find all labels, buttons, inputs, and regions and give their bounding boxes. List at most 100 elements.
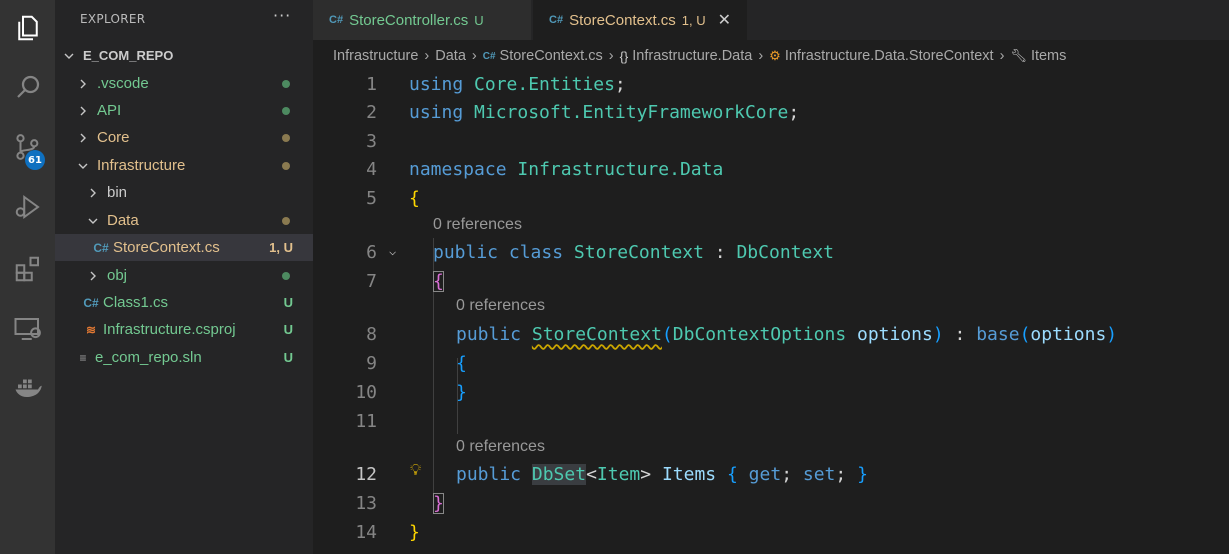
class-icon: ⚙ <box>769 48 781 63</box>
breadcrumb-item[interactable]: Items <box>1031 48 1066 64</box>
line-number: 13 <box>355 492 377 514</box>
paren: ) <box>932 323 944 345</box>
line-number: 6 <box>366 241 377 263</box>
tree-item-sln[interactable]: ≡ e_com_repo.sln U <box>55 344 313 371</box>
codelens-references[interactable]: 0 references <box>433 216 522 234</box>
line-number: 11 <box>355 410 377 432</box>
chevron-right-icon <box>77 79 89 89</box>
namespace: Core.Entities <box>474 73 615 95</box>
file-status: U <box>283 322 293 337</box>
line-number: 5 <box>366 187 377 209</box>
tree-item-class1[interactable]: C# Class1.cs U <box>55 289 313 316</box>
line-number: 4 <box>366 158 377 180</box>
tree-item-obj[interactable]: obj <box>55 262 313 289</box>
extensions-icon[interactable] <box>0 244 55 294</box>
code-line: 2 using Microsoft.EntityFrameworkCore; <box>313 98 1229 126</box>
csharp-file-icon: C# <box>93 240 109 255</box>
breadcrumb-item[interactable]: Infrastructure <box>333 48 418 64</box>
tree-item-label: Infrastructure.csproj <box>103 321 236 338</box>
tree-item-bin[interactable]: bin <box>55 179 313 206</box>
csharp-file-icon: C# <box>83 295 99 310</box>
breadcrumb-item[interactable]: Data <box>435 48 466 64</box>
line-number: 10 <box>355 381 377 403</box>
run-debug-icon[interactable] <box>0 182 55 232</box>
chevron-down-icon <box>77 161 89 171</box>
close-icon[interactable]: ✕ <box>718 10 731 30</box>
code-line: 7 { <box>313 267 1229 295</box>
workspace-root-label: E_COM_REPO <box>83 48 174 63</box>
constructor-name: StoreContext <box>531 323 662 345</box>
punct: ; <box>835 463 847 485</box>
code-line: 4 namespace Infrastructure.Data <box>313 155 1229 183</box>
breadcrumb-item[interactable]: Infrastructure.Data <box>632 48 752 64</box>
breadcrumb-item[interactable]: StoreContext.cs <box>500 48 603 64</box>
code-line-current: 12 public DbSet<Item> Items { get; set; … <box>313 460 1229 488</box>
codelens-references[interactable]: 0 references <box>456 297 545 315</box>
tree-item-data[interactable]: Data <box>55 207 313 234</box>
keyword: public <box>456 323 522 345</box>
param-name: options <box>857 323 933 345</box>
tree-item-storecontext[interactable]: C# StoreContext.cs 1, U <box>55 234 313 261</box>
brace: { <box>433 270 444 292</box>
untracked-dot <box>282 107 290 115</box>
tree-item-infrastructure[interactable]: Infrastructure <box>55 152 313 179</box>
tree-item-api[interactable]: API <box>55 97 313 124</box>
line-number: 14 <box>355 521 377 543</box>
line-number: 7 <box>366 270 377 292</box>
breadcrumb-item[interactable]: Infrastructure.Data.StoreContext <box>785 48 994 64</box>
chevron-right-icon: › <box>471 48 477 64</box>
tree-item-label: StoreContext.cs <box>113 239 220 256</box>
punct: ; <box>781 463 793 485</box>
punct: : <box>943 323 977 345</box>
code-line: 11 <box>313 407 1229 435</box>
explorer-icon[interactable] <box>0 3 55 53</box>
code-line: 1 using Core.Entities; <box>313 70 1229 98</box>
tab-storecontext[interactable]: C# StoreContext.cs 1, U ✕ <box>533 0 747 40</box>
untracked-dot <box>282 272 290 280</box>
code-line: 3 <box>313 127 1229 155</box>
code-line: 6 public class StoreContext : DbContext <box>313 238 1229 266</box>
search-icon[interactable] <box>0 62 55 112</box>
param-type: DbContextOptions <box>672 323 847 345</box>
explorer-sidebar: EXPLORER ··· E_COM_REPO .vscode API Core… <box>55 0 313 554</box>
keyword: namespace <box>409 158 507 180</box>
keyword: get <box>748 463 782 485</box>
line-number: 3 <box>366 130 377 152</box>
tree-item-label: bin <box>107 184 128 201</box>
property-name: Items <box>661 463 717 485</box>
remote-explorer-icon[interactable] <box>0 304 55 354</box>
argument: options <box>1030 323 1107 345</box>
codelens-references[interactable]: 0 references <box>456 438 545 456</box>
file-status: U <box>283 350 293 365</box>
tab-storecontroller[interactable]: C# StoreController.cs U <box>313 0 531 40</box>
wrench-icon: 🔧︎ <box>1010 48 1027 63</box>
paren: ( <box>1019 323 1031 345</box>
chevron-down-icon <box>87 216 99 226</box>
namespace: Infrastructure.Data <box>517 158 724 180</box>
keyword: using <box>409 101 464 123</box>
tree-item-label: Class1.cs <box>103 294 169 311</box>
tree-item-label: Data <box>107 212 139 229</box>
keyword: class <box>508 241 564 263</box>
tab-bar: C# StoreController.cs U C# StoreContext.… <box>313 0 1229 40</box>
code-editor[interactable]: ⌵ 1 using Core.Entities; 2 using Microso… <box>313 68 1229 554</box>
tree-item-csproj[interactable]: ≋ Infrastructure.csproj U <box>55 316 313 343</box>
code-line: 14 } <box>313 518 1229 546</box>
modified-dot <box>282 217 290 225</box>
more-actions-button[interactable]: ··· <box>273 6 291 25</box>
tab-status: U <box>474 12 484 28</box>
tree-item-vscode[interactable]: .vscode <box>55 70 313 97</box>
tree-item-label: .vscode <box>97 75 149 92</box>
code-line: 13 } <box>313 489 1229 517</box>
tree-item-core[interactable]: Core <box>55 124 313 151</box>
generic-arg: Item <box>596 463 641 485</box>
paren: ( <box>661 323 673 345</box>
brace: } <box>433 492 444 514</box>
tree-item-label: obj <box>107 267 128 284</box>
untracked-dot <box>282 80 290 88</box>
workspace-root[interactable]: E_COM_REPO <box>55 42 313 69</box>
chevron-right-icon <box>77 106 89 116</box>
docker-icon[interactable] <box>0 362 55 412</box>
chevron-down-icon <box>63 51 75 61</box>
brace: } <box>456 381 467 403</box>
